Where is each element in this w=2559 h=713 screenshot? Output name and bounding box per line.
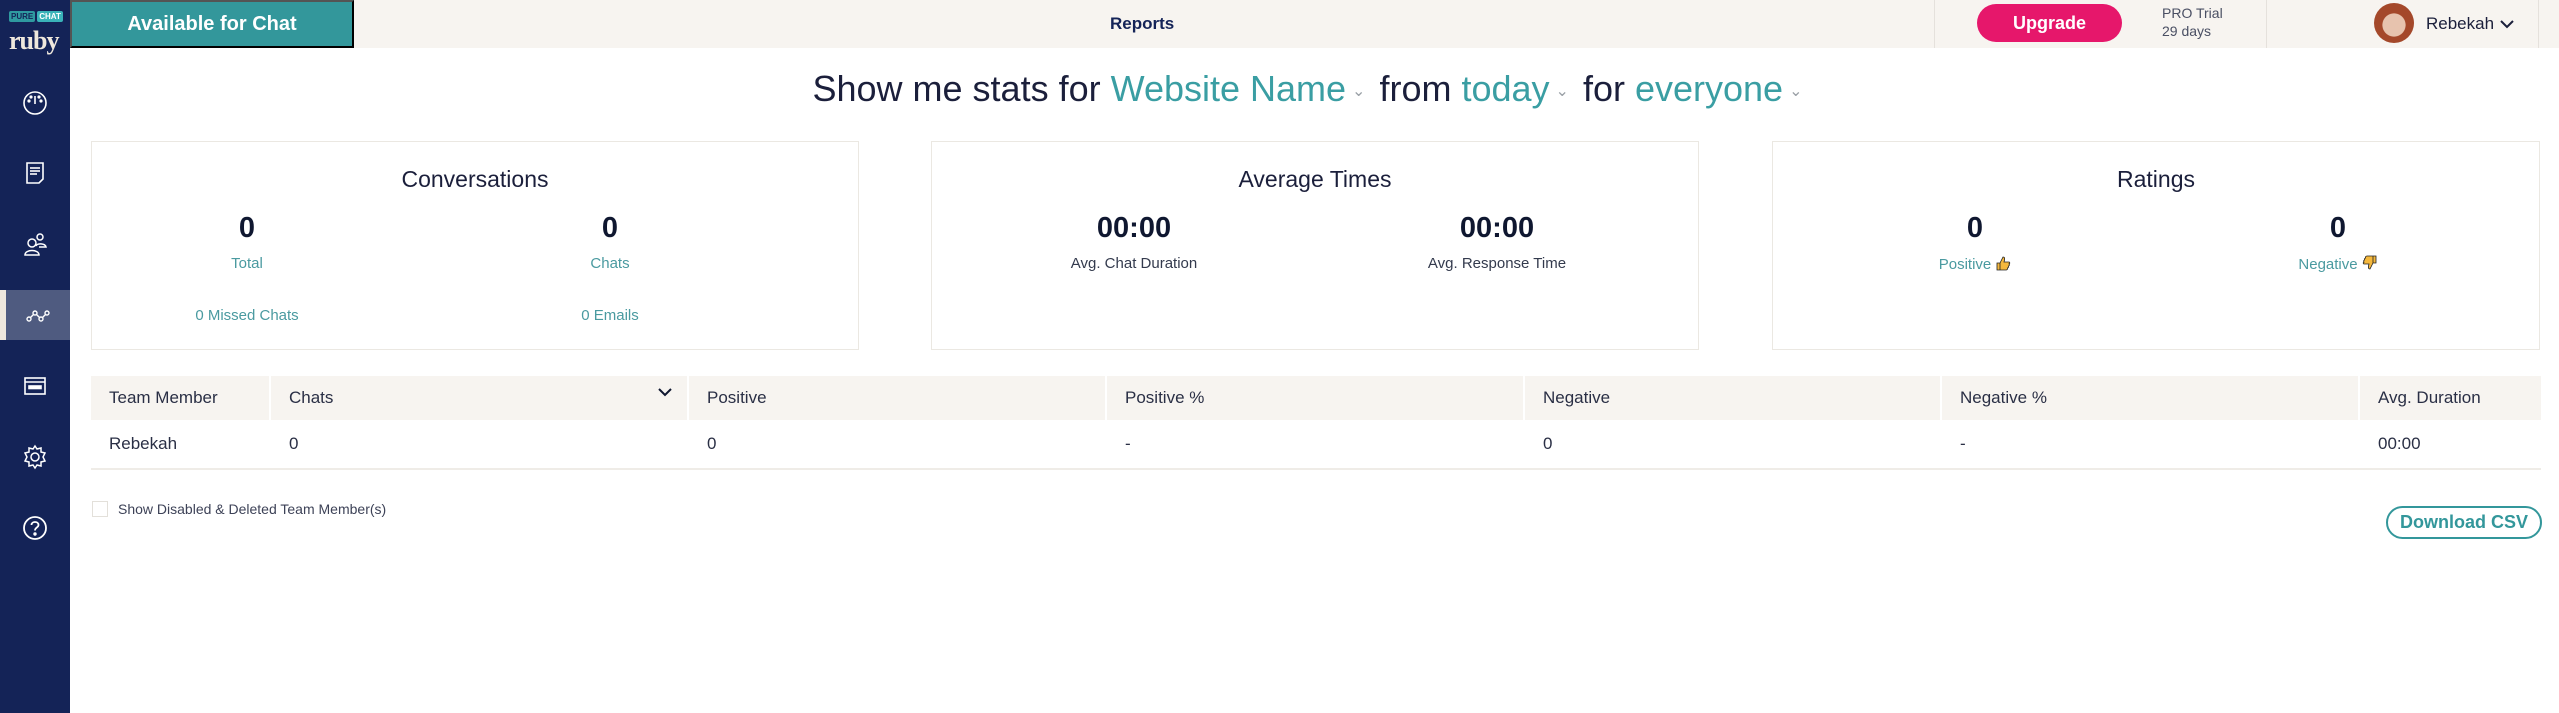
user-menu[interactable]: Rebekah (2426, 0, 2514, 48)
stat-value: 0 (1966, 212, 1984, 244)
download-csv-button[interactable]: Download CSV (2386, 506, 2542, 539)
column-header-positive-percent[interactable]: Positive % (1107, 376, 1525, 420)
purechat-logo: PURE CHAT (9, 11, 63, 22)
filter-prefix: Show me stats for (812, 68, 1101, 109)
column-header-label: Chats (289, 388, 334, 407)
stat-label: Chats (590, 255, 630, 272)
availability-status-button[interactable]: Available for Chat (70, 0, 354, 48)
cell-chats: 0 (289, 434, 299, 453)
chevron-down-icon (2500, 20, 2514, 29)
stats-filter: Show me stats for Website Name ⌄ from toda… (0, 68, 2559, 110)
filter-for-label: for (1582, 68, 1625, 109)
divider (2266, 0, 2267, 48)
upgrade-button[interactable]: Upgrade (1977, 4, 2122, 42)
logo[interactable]: PURE CHAT ruby (0, 0, 70, 60)
sort-descending-icon (658, 388, 672, 397)
average-times-card: Average Times 00:00 Avg. Chat Duration 0… (931, 141, 1699, 350)
total-stat: 0 Total (97, 212, 397, 272)
missed-chats-link[interactable]: 0 Missed Chats (97, 307, 397, 324)
card-title: Average Times (1238, 166, 1392, 192)
stat-label: Avg. Response Time (1427, 255, 1567, 272)
sidebar-item-reports[interactable] (0, 290, 70, 340)
show-disabled-label: Show Disabled & Deleted Team Member(s) (118, 501, 387, 517)
table-row: Rebekah 0 0 - 0 - 00:00 (91, 420, 2541, 470)
stat-value: 0 (238, 212, 256, 244)
stat-label: Total (231, 255, 263, 272)
browser-window-icon (24, 377, 46, 395)
audience-select[interactable]: everyone ⌄ (1635, 68, 1817, 109)
column-header-negative[interactable]: Negative (1525, 376, 1942, 420)
question-circle-icon (23, 516, 47, 540)
sidebar-item-transcripts[interactable] (0, 148, 70, 198)
team-stats-table: Team Member Chats Positive Positive % Ne… (91, 376, 2541, 470)
thumbs-down-icon (2362, 255, 2376, 270)
show-disabled-checkbox[interactable] (92, 501, 108, 517)
website-select[interactable]: Website Name ⌄ (1111, 68, 1380, 109)
sidebar-item-settings[interactable] (0, 432, 70, 482)
filter-from-label: from (1379, 68, 1452, 109)
chevron-down-icon: ⌄ (1789, 83, 1803, 101)
column-header-positive[interactable]: Positive (689, 376, 1107, 420)
show-disabled-toggle[interactable]: Show Disabled & Deleted Team Member(s) (92, 501, 386, 517)
chevron-down-icon: ⌄ (1352, 83, 1366, 101)
sidebar-item-help[interactable] (0, 503, 70, 553)
cell-team-member: Rebekah (109, 434, 178, 453)
cell-positive: 0 (707, 434, 717, 453)
divider (1934, 0, 1935, 48)
stat-value: 00:00 (1459, 212, 1535, 244)
logo-pure-text: PURE (9, 11, 36, 22)
stat-label: Avg. Chat Duration (1070, 255, 1198, 272)
chats-stat: 0 Chats (460, 212, 760, 272)
top-bar: Available for Chat Reports Upgrade PRO T… (70, 0, 2559, 48)
sidebar-item-widgets[interactable] (0, 361, 70, 411)
chart-line-icon (26, 310, 50, 322)
period-select-value: today (1461, 68, 1550, 109)
cell-negative: 0 (1543, 434, 1553, 453)
cell-avg-duration: 00:00 (2378, 434, 2421, 453)
gear-icon (23, 444, 47, 470)
divider (2538, 0, 2539, 48)
stat-value: 0 (601, 212, 619, 244)
stat-label: Negative (2298, 256, 2358, 273)
card-title: Ratings (2117, 166, 2195, 192)
avatar[interactable] (2374, 3, 2414, 43)
trial-plan: PRO Trial (2162, 5, 2223, 21)
audience-select-value: everyone (1634, 68, 1784, 109)
logo-chat-text: CHAT (37, 11, 63, 22)
ratings-card: Ratings 0 Positive 0 Negative (1772, 141, 2540, 350)
stat-label: Positive (1938, 256, 1992, 273)
sidebar-item-contacts[interactable] (0, 219, 70, 269)
website-select-value: Website Name (1110, 68, 1347, 109)
column-header-chats[interactable]: Chats (271, 376, 689, 420)
ruby-logo: ruby (9, 26, 59, 55)
emails-link[interactable]: 0 Emails (460, 307, 760, 324)
avg-chat-duration-stat: 00:00 Avg. Chat Duration (984, 212, 1284, 272)
table-header: Team Member Chats Positive Positive % Ne… (91, 376, 2541, 420)
cell-negative-percent: - (1960, 434, 1966, 453)
card-title: Conversations (401, 166, 549, 192)
period-select[interactable]: today ⌄ (1461, 68, 1582, 109)
stat-value: 0 (2329, 212, 2347, 244)
stat-value: 00:00 (1096, 212, 1172, 244)
positive-rating-stat: 0 Positive (1825, 212, 2125, 273)
document-icon (26, 162, 44, 184)
negative-rating-stat: 0 Negative (2188, 212, 2488, 273)
thumbs-up-icon (1996, 256, 2011, 271)
chevron-down-icon: ⌄ (1555, 83, 1569, 101)
user-name: Rebekah (2426, 14, 2495, 33)
users-icon (24, 233, 47, 256)
column-header-team-member[interactable]: Team Member (91, 376, 271, 420)
column-header-negative-percent[interactable]: Negative % (1942, 376, 2360, 420)
column-header-avg-duration[interactable]: Avg. Duration (2360, 376, 2541, 420)
page-title: Reports (1110, 14, 1175, 33)
cell-positive-percent: - (1125, 434, 1131, 453)
trial-status: PRO Trial 29 days (2162, 4, 2223, 40)
trial-days-remaining: 29 days (2162, 23, 2212, 39)
conversations-card: Conversations 0 Total 0 Chats 0 Missed C… (91, 141, 859, 350)
avg-response-time-stat: 00:00 Avg. Response Time (1347, 212, 1647, 272)
